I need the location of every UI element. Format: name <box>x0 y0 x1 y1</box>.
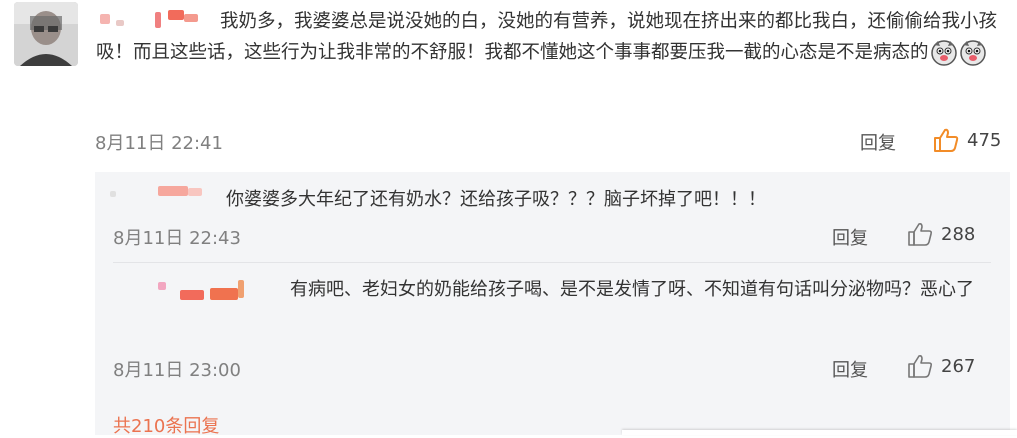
reply-1-reply-button[interactable]: 回复 <box>832 224 868 250</box>
reply-2-text: 有病吧、老妇女的奶能给孩子喝、是不是发情了呀、不知道有句话叫分泌物吗？恶心了 <box>290 279 974 300</box>
doge-emoji-icon <box>930 39 958 67</box>
thumbs-up-icon <box>934 128 959 152</box>
overlay-edge <box>622 430 1017 435</box>
main-comment-text: 我奶多，我婆婆总是说没她的白，没她的有营养，说她现在挤出来的都比我白，还偷偷给我… <box>96 6 1011 68</box>
reply-1-text: 你婆婆多大年纪了还有奶水？还给孩子吸？？？脑子坏掉了吧！！！ <box>226 189 766 210</box>
main-comment-body: 我奶多，我婆婆总是说没她的白，没她的有营养，说她现在挤出来的都比我白，还偷偷给我… <box>96 11 998 63</box>
reply-2-like-count: 267 <box>941 355 976 377</box>
main-like-count: 475 <box>967 129 1002 151</box>
more-replies-link[interactable]: 共210条回复 <box>113 412 219 438</box>
main-comment-timestamp: 8月11日 22:41 <box>95 133 223 154</box>
reply-2-timestamp: 8月11日 23:00 <box>113 360 241 381</box>
reply-1-timestamp: 8月11日 22:43 <box>113 228 241 249</box>
doge-emoji-icon <box>959 39 987 67</box>
main-reply-button[interactable]: 回复 <box>860 129 896 155</box>
reply-divider <box>113 262 991 263</box>
reply-2-like-button[interactable]: 267 <box>907 353 975 379</box>
main-like-button[interactable]: 475 <box>933 127 1001 153</box>
reply-1-like-button[interactable]: 288 <box>907 221 975 247</box>
thumbs-up-icon <box>908 355 933 378</box>
avatar[interactable] <box>14 2 78 66</box>
reply-1-like-count: 288 <box>941 223 976 245</box>
reply-2-reply-button[interactable]: 回复 <box>832 356 868 382</box>
thumbs-up-icon <box>908 223 933 246</box>
